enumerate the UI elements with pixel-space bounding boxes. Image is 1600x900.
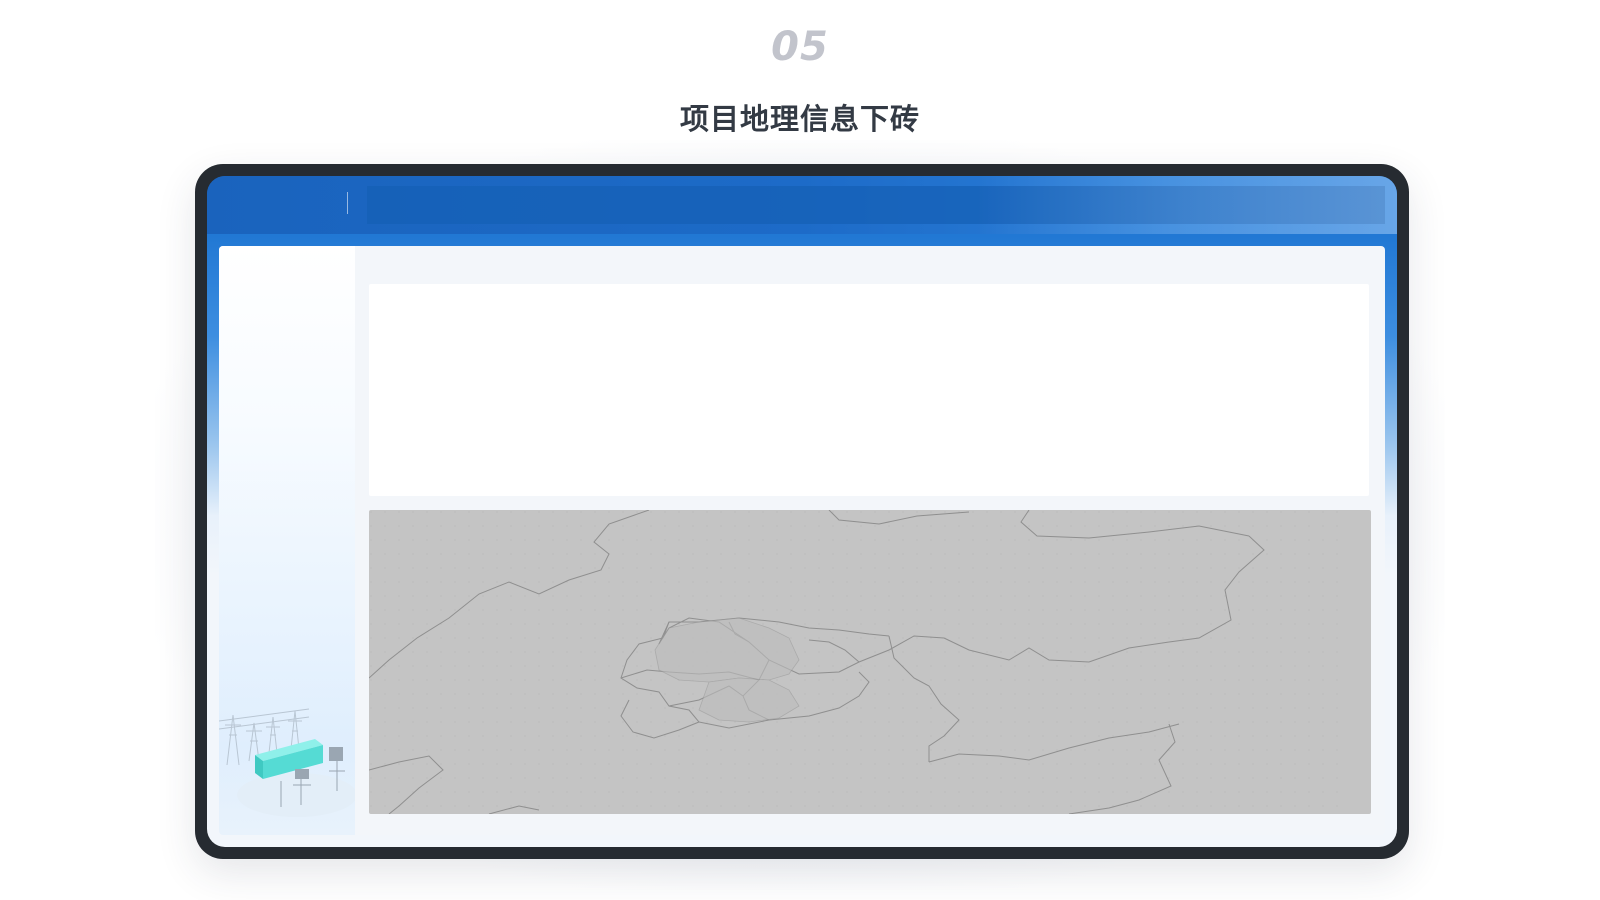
power-substation-illustration-icon <box>219 695 357 825</box>
header-divider <box>347 192 348 214</box>
app-body <box>219 246 1385 835</box>
section-title: 项目地理信息下砖 <box>679 102 920 136</box>
page: 05 项目地理信息下砖 <box>0 0 1600 900</box>
map-svg <box>369 510 1349 814</box>
device-mockup <box>195 164 1409 859</box>
geo-map[interactable] <box>369 510 1371 814</box>
substation-illustration-svg <box>219 708 357 817</box>
main-content <box>355 246 1385 835</box>
app-screen <box>207 176 1397 847</box>
header-decoration <box>977 176 1397 234</box>
app-header-bar <box>207 176 1397 234</box>
sidebar <box>219 246 357 835</box>
info-panel <box>369 284 1369 496</box>
step-number: 05 <box>771 24 829 70</box>
